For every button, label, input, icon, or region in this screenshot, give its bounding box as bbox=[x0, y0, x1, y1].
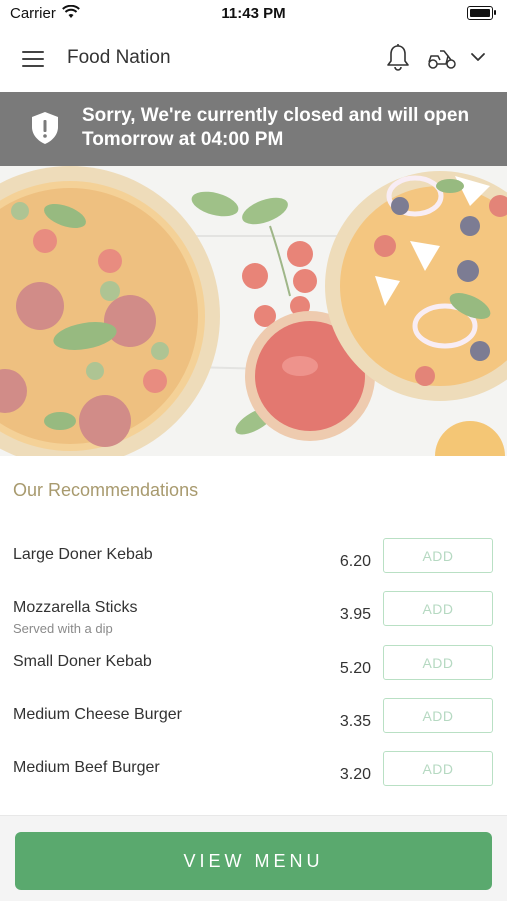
item-name: Large Doner Kebab bbox=[13, 546, 153, 563]
item-name: Small Doner Kebab bbox=[13, 653, 152, 670]
restaurant-title: Food Nation bbox=[67, 47, 171, 68]
item-price: 3.35 bbox=[339, 713, 371, 730]
footer-bar: VIEW MENU bbox=[0, 815, 507, 901]
add-button[interactable]: ADD bbox=[383, 645, 493, 680]
hero-food-image bbox=[0, 166, 507, 456]
status-time: 11:43 PM bbox=[221, 5, 286, 22]
top-nav-bar: Food Nation bbox=[0, 28, 507, 92]
item-name: Medium Cheese Burger bbox=[13, 706, 182, 723]
add-button[interactable]: ADD bbox=[383, 751, 493, 786]
add-button[interactable]: ADD bbox=[383, 591, 493, 626]
status-bar: Carrier 11:43 PM bbox=[0, 0, 507, 28]
chevron-down-icon[interactable] bbox=[470, 51, 486, 63]
list-item: Medium Beef Burger 3.20 ADD bbox=[0, 751, 507, 811]
closed-message: Sorry, We're currently closed and will o… bbox=[82, 105, 470, 150]
bell-icon[interactable] bbox=[385, 43, 411, 73]
item-price: 3.20 bbox=[339, 766, 371, 783]
battery-icon bbox=[467, 6, 497, 20]
item-price: 6.20 bbox=[339, 553, 371, 570]
shield-alert-icon bbox=[32, 112, 58, 144]
item-subtitle: Served with a dip bbox=[13, 621, 113, 636]
closed-banner: Sorry, We're currently closed and will o… bbox=[0, 92, 507, 166]
menu-icon[interactable] bbox=[22, 49, 46, 69]
view-menu-button[interactable]: VIEW MENU bbox=[15, 832, 492, 890]
item-price: 3.95 bbox=[339, 606, 371, 623]
item-price: 5.20 bbox=[339, 660, 371, 677]
item-name: Mozzarella Sticks bbox=[13, 599, 138, 616]
add-button[interactable]: ADD bbox=[383, 538, 493, 573]
list-item: Mozzarella Sticks Served with a dip 3.95… bbox=[0, 591, 507, 651]
add-button[interactable]: ADD bbox=[383, 698, 493, 733]
recommendations-title: Our Recommendations bbox=[13, 480, 199, 500]
item-name: Medium Beef Burger bbox=[13, 759, 160, 776]
scooter-icon[interactable] bbox=[426, 46, 458, 70]
